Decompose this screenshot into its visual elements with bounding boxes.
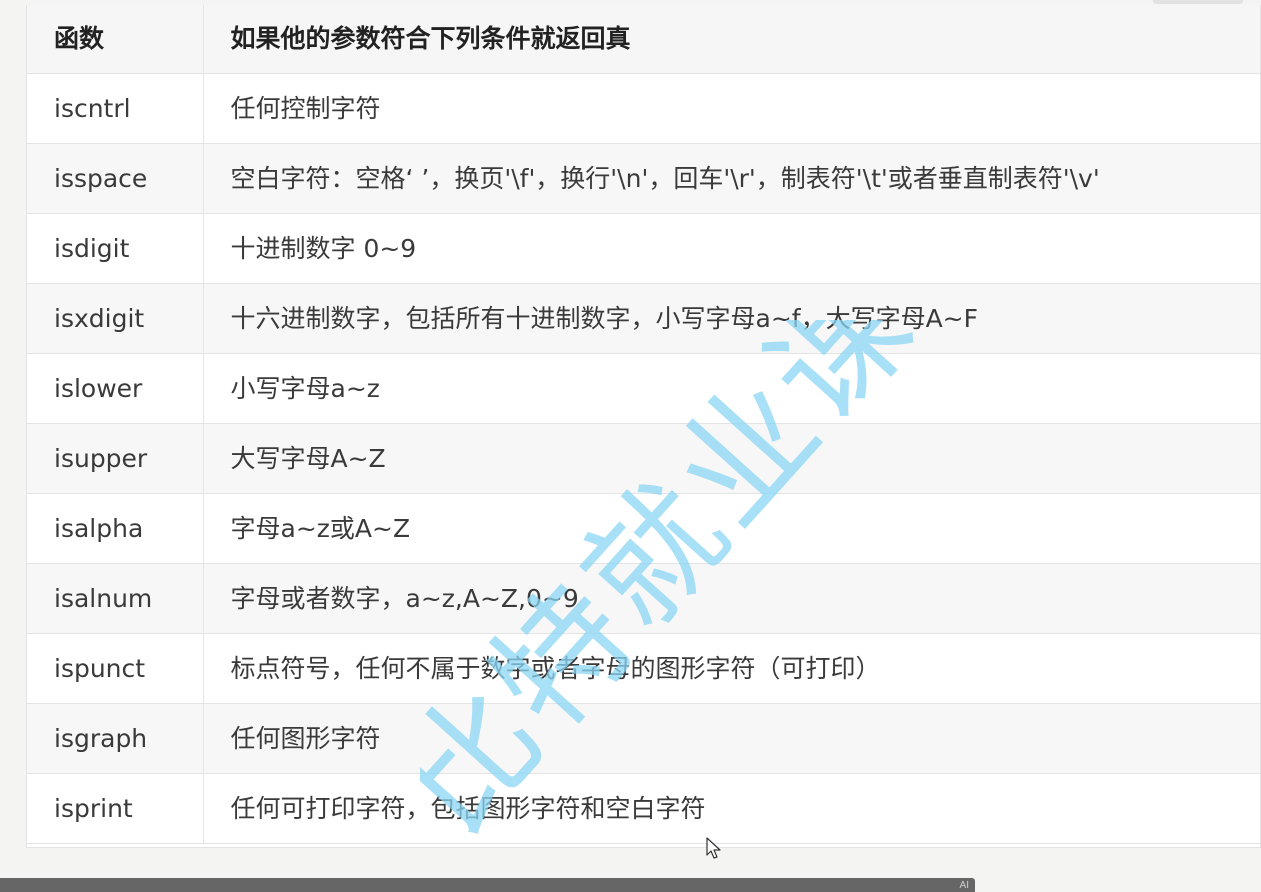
page: 函数 如果他的参数符合下列条件就返回真 iscntrl 任何控制字符 isspa… bbox=[0, 0, 1261, 892]
table-row: isgraph 任何图形字符 bbox=[27, 703, 1260, 774]
row-description: 任何图形字符 bbox=[203, 703, 1260, 774]
row-description: 小写字母a~z bbox=[203, 353, 1260, 424]
header-function: 函数 bbox=[27, 5, 204, 74]
row-description: 十进制数字 0~9 bbox=[203, 213, 1260, 284]
table-row: isprint 任何可打印字符，包括图形字符和空白字符 bbox=[27, 773, 1260, 844]
table-row: isspace 空白字符：空格‘ ’，换页'\f'，换行'\n'，回车'\r'，… bbox=[27, 143, 1260, 214]
row-function-name: isdigit bbox=[27, 213, 204, 284]
table-row: isalnum 字母或者数字，a~z,A~Z,0~9 bbox=[27, 563, 1260, 634]
row-function-name: isprint bbox=[27, 773, 204, 844]
table-row: isupper 大写字母A~Z bbox=[27, 423, 1260, 494]
row-function-name: iscntrl bbox=[27, 73, 204, 144]
row-function-name: ispunct bbox=[27, 633, 204, 704]
row-description: 字母或者数字，a~z,A~Z,0~9 bbox=[203, 563, 1260, 634]
row-description: 大写字母A~Z bbox=[203, 423, 1260, 494]
row-function-name: isspace bbox=[27, 143, 204, 214]
ctype-function-table: 函数 如果他的参数符合下列条件就返回真 iscntrl 任何控制字符 isspa… bbox=[26, 5, 1261, 848]
row-function-name: isgraph bbox=[27, 703, 204, 774]
video-progress-bar[interactable] bbox=[0, 878, 975, 892]
mouse-pointer-icon bbox=[706, 837, 721, 859]
row-description: 十六进制数字，包括所有十进制数字，小写字母a~f，大写字母A~F bbox=[203, 283, 1260, 354]
table-row: iscntrl 任何控制字符 bbox=[27, 73, 1260, 144]
row-function-name: isalpha bbox=[27, 493, 204, 564]
row-description: 标点符号，任何不属于数字或者字母的图形字符（可打印） bbox=[203, 633, 1260, 704]
row-function-name: isxdigit bbox=[27, 283, 204, 354]
table-row: ispunct 标点符号，任何不属于数字或者字母的图形字符（可打印） bbox=[27, 633, 1260, 704]
ai-label: AI bbox=[959, 880, 969, 891]
function-table: 函数 如果他的参数符合下列条件就返回真 iscntrl 任何控制字符 isspa… bbox=[27, 5, 1260, 844]
row-function-name: isalnum bbox=[27, 563, 204, 634]
table-row: isdigit 十进制数字 0~9 bbox=[27, 213, 1260, 284]
header-condition: 如果他的参数符合下列条件就返回真 bbox=[203, 5, 1260, 74]
row-description: 空白字符：空格‘ ’，换页'\f'，换行'\n'，回车'\r'，制表符'\t'或… bbox=[203, 143, 1260, 214]
top-right-tab[interactable] bbox=[1153, 0, 1243, 4]
row-function-name: islower bbox=[27, 353, 204, 424]
table-row: islower 小写字母a~z bbox=[27, 353, 1260, 424]
row-description: 任何可打印字符，包括图形字符和空白字符 bbox=[203, 773, 1260, 844]
table-row: isxdigit 十六进制数字，包括所有十进制数字，小写字母a~f，大写字母A~… bbox=[27, 283, 1260, 354]
table-header-row: 函数 如果他的参数符合下列条件就返回真 bbox=[27, 5, 1260, 74]
row-description: 任何控制字符 bbox=[203, 73, 1260, 144]
table-row: isalpha 字母a~z或A~Z bbox=[27, 493, 1260, 564]
table-body: iscntrl 任何控制字符 isspace 空白字符：空格‘ ’，换页'\f'… bbox=[27, 73, 1260, 844]
row-function-name: isupper bbox=[27, 423, 204, 494]
row-description: 字母a~z或A~Z bbox=[203, 493, 1260, 564]
